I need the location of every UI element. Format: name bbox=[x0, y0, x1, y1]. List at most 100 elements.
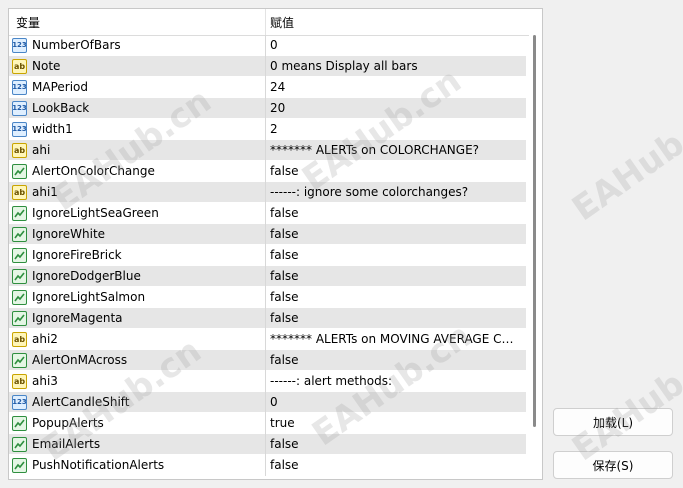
column-divider bbox=[265, 308, 266, 329]
column-divider bbox=[265, 98, 266, 119]
table-row[interactable]: ab ahi3 ------: alert methods: bbox=[9, 371, 526, 392]
header-separator[interactable] bbox=[265, 9, 266, 35]
integer-type-icon: 123 bbox=[12, 80, 27, 95]
vertical-scrollbar[interactable] bbox=[533, 35, 536, 427]
table-row[interactable]: 123 AlertCandleShift 0 bbox=[9, 392, 526, 413]
parameter-value[interactable]: true bbox=[270, 416, 295, 430]
parameter-value[interactable]: false bbox=[270, 227, 299, 241]
column-divider bbox=[265, 455, 266, 476]
parameter-name: IgnoreLightSalmon bbox=[32, 290, 146, 304]
string-type-icon: ab bbox=[12, 185, 27, 200]
table-row[interactable]: PopupAlerts true bbox=[9, 413, 526, 434]
table-row[interactable]: 123 NumberOfBars 0 bbox=[9, 35, 526, 56]
load-button[interactable]: 加载(L) bbox=[553, 408, 673, 436]
column-divider bbox=[265, 203, 266, 224]
column-divider bbox=[265, 287, 266, 308]
parameter-value[interactable]: false bbox=[270, 269, 299, 283]
column-divider bbox=[265, 245, 266, 266]
integer-type-icon: 123 bbox=[12, 122, 27, 137]
bool-check-icon bbox=[12, 269, 27, 284]
column-divider bbox=[265, 434, 266, 455]
table-row[interactable]: IgnoreLightSeaGreen false bbox=[9, 203, 526, 224]
parameter-value[interactable]: 24 bbox=[270, 80, 285, 94]
column-divider bbox=[265, 329, 266, 350]
parameter-name: AlertOnColorChange bbox=[32, 164, 155, 178]
parameter-name: NumberOfBars bbox=[32, 38, 121, 52]
column-divider bbox=[265, 56, 266, 77]
parameter-name: ahi3 bbox=[32, 374, 58, 388]
column-divider bbox=[265, 371, 266, 392]
table-row[interactable]: IgnoreFireBrick false bbox=[9, 245, 526, 266]
table-row[interactable]: IgnoreLightSalmon false bbox=[9, 287, 526, 308]
parameter-value[interactable]: false bbox=[270, 437, 299, 451]
parameter-value[interactable]: ******* ALERTs on MOVING AVERAGE CR... bbox=[270, 332, 520, 346]
grid-header: 变量 赋值 bbox=[9, 9, 529, 36]
table-row[interactable]: IgnoreDodgerBlue false bbox=[9, 266, 526, 287]
parameter-name: LookBack bbox=[32, 101, 90, 115]
parameter-value[interactable]: ------: alert methods: bbox=[270, 374, 392, 388]
bool-check-icon bbox=[12, 353, 27, 368]
parameter-grid: 变量 赋值 123 NumberOfBars 0 ab Note 0 means Disp… bbox=[8, 8, 543, 480]
parameter-name: IgnoreFireBrick bbox=[32, 248, 122, 262]
parameter-name: AlertOnMAcross bbox=[32, 353, 128, 367]
parameter-value[interactable]: false bbox=[270, 164, 299, 178]
column-divider bbox=[265, 224, 266, 245]
column-header-value[interactable]: 赋值 bbox=[270, 14, 294, 31]
bool-check-icon bbox=[12, 458, 27, 473]
parameter-value[interactable]: 0 bbox=[270, 395, 278, 409]
table-row[interactable]: 123 MAPeriod 24 bbox=[9, 77, 526, 98]
table-row[interactable]: ab ahi ******* ALERTs on COLORCHANGE? bbox=[9, 140, 526, 161]
parameter-value[interactable]: false bbox=[270, 290, 299, 304]
bool-check-icon bbox=[12, 164, 27, 179]
table-row[interactable]: ab ahi2 ******* ALERTs on MOVING AVERAGE C… bbox=[9, 329, 526, 350]
table-row[interactable]: AlertOnColorChange false bbox=[9, 161, 526, 182]
save-button[interactable]: 保存(S) bbox=[553, 451, 673, 479]
parameter-name: PushNotificationAlerts bbox=[32, 458, 165, 472]
bool-check-icon bbox=[12, 227, 27, 242]
table-row[interactable]: PushNotificationAlerts false bbox=[9, 455, 526, 476]
parameter-name: IgnoreDodgerBlue bbox=[32, 269, 141, 283]
integer-type-icon: 123 bbox=[12, 38, 27, 53]
bool-check-icon bbox=[12, 290, 27, 305]
column-divider bbox=[265, 140, 266, 161]
column-header-variable[interactable]: 变量 bbox=[16, 14, 40, 31]
table-row[interactable]: AlertOnMAcross false bbox=[9, 350, 526, 371]
column-divider bbox=[265, 77, 266, 98]
parameter-name: IgnoreMagenta bbox=[32, 311, 123, 325]
bool-check-icon bbox=[12, 206, 27, 221]
parameter-value[interactable]: 0 means Display all bars bbox=[270, 59, 418, 73]
table-row[interactable]: ab Note 0 means Display all bars bbox=[9, 56, 526, 77]
table-row[interactable]: IgnoreWhite false bbox=[9, 224, 526, 245]
column-divider bbox=[265, 35, 266, 56]
watermark: EAHub.cn bbox=[565, 330, 683, 470]
parameter-name: Note bbox=[32, 59, 61, 73]
table-row[interactable]: 123 LookBack 20 bbox=[9, 98, 526, 119]
parameter-value[interactable]: 0 bbox=[270, 38, 278, 52]
bool-check-icon bbox=[12, 311, 27, 326]
table-row[interactable]: 123 width1 2 bbox=[9, 119, 526, 140]
parameter-name: EmailAlerts bbox=[32, 437, 101, 451]
parameter-value[interactable]: false bbox=[270, 311, 299, 325]
parameter-value[interactable]: false bbox=[270, 206, 299, 220]
parameter-value[interactable]: 20 bbox=[270, 101, 285, 115]
column-divider bbox=[265, 413, 266, 434]
parameter-value[interactable]: ------: ignore some colorchanges? bbox=[270, 185, 468, 199]
table-row[interactable]: EmailAlerts false bbox=[9, 434, 526, 455]
parameter-name: ahi bbox=[32, 143, 51, 157]
table-row[interactable]: IgnoreMagenta false bbox=[9, 308, 526, 329]
string-type-icon: ab bbox=[12, 332, 27, 347]
string-type-icon: ab bbox=[12, 143, 27, 158]
parameter-value[interactable]: 2 bbox=[270, 122, 278, 136]
bool-check-icon bbox=[12, 416, 27, 431]
parameter-name: MAPeriod bbox=[32, 80, 88, 94]
parameter-value[interactable]: false bbox=[270, 248, 299, 262]
parameter-name: width1 bbox=[32, 122, 73, 136]
table-row[interactable]: ab ahi1 ------: ignore some colorchanges? bbox=[9, 182, 526, 203]
parameter-value[interactable]: false bbox=[270, 458, 299, 472]
parameter-name: PopupAlerts bbox=[32, 416, 104, 430]
parameter-name: IgnoreWhite bbox=[32, 227, 106, 241]
parameter-value[interactable]: ******* ALERTs on COLORCHANGE? bbox=[270, 143, 479, 157]
parameter-value[interactable]: false bbox=[270, 353, 299, 367]
watermark: EAHub.cn bbox=[565, 90, 683, 230]
parameter-name: ahi2 bbox=[32, 332, 58, 346]
